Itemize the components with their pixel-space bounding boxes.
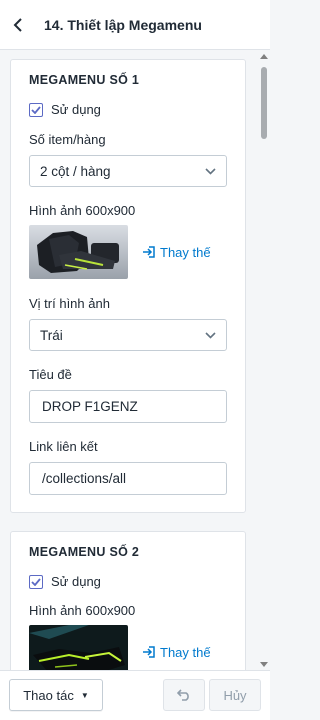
- use-checkbox-label: Sử dụng: [51, 102, 101, 117]
- scroll-up-arrow-icon[interactable]: [260, 53, 268, 61]
- cancel-button[interactable]: Hủy: [209, 679, 261, 711]
- heading-label: Tiêu đề: [29, 367, 72, 382]
- use-checkbox-label: Sử dụng: [51, 574, 101, 589]
- chevron-left-icon: [13, 17, 22, 32]
- replace-label: Thay thế: [160, 644, 211, 660]
- image-thumbnail[interactable]: [29, 625, 128, 670]
- replace-icon: [143, 246, 155, 258]
- use-checkbox-row[interactable]: Sử dụng: [29, 574, 227, 589]
- megamenu-card-2: MEGAMENU SỐ 2 Sử dụng Hình ảnh 600x900 T…: [10, 531, 246, 670]
- back-button[interactable]: [0, 0, 36, 50]
- replace-icon: [143, 646, 155, 658]
- link-input[interactable]: /collections/all: [29, 462, 227, 495]
- items-per-row-select[interactable]: 2 cột / hàng: [29, 155, 227, 187]
- use-checkbox[interactable]: [29, 574, 43, 589]
- image-picker: Thay thế: [29, 225, 227, 279]
- heading-input[interactable]: DROP F1GENZ: [29, 390, 227, 423]
- image-label: Hình ảnh 600x900: [29, 203, 136, 218]
- check-icon: [31, 577, 41, 586]
- undo-button[interactable]: [163, 679, 205, 711]
- replace-label: Thay thế: [160, 244, 211, 260]
- image-label: Hình ảnh 600x900: [29, 603, 136, 618]
- link-label: Link liên kết: [29, 439, 98, 454]
- image-position-value: Trái: [40, 327, 63, 343]
- actions-label: Thao tác: [23, 687, 74, 703]
- check-icon: [31, 105, 41, 114]
- undo-icon: [177, 689, 189, 701]
- use-checkbox-row[interactable]: Sử dụng: [29, 102, 227, 117]
- settings-scroll-area[interactable]: MEGAMENU SỐ 1 Sử dụng Số item/hàng 2 cột…: [0, 51, 258, 670]
- items-per-row-value: 2 cột / hàng: [40, 163, 111, 179]
- panel-footer: Thao tác ▼ Hủy: [0, 670, 270, 720]
- panel-header: 14. Thiết lập Megamenu: [0, 0, 270, 50]
- vertical-scrollbar[interactable]: [258, 51, 270, 670]
- image-position-select[interactable]: Trái: [29, 319, 227, 351]
- megamenu-card-1: MEGAMENU SỐ 1 Sử dụng Số item/hàng 2 cột…: [10, 59, 246, 513]
- replace-image-link[interactable]: Thay thế: [142, 245, 211, 260]
- card-title: MEGAMENU SỐ 2: [29, 545, 140, 559]
- image-position-label: Vị trí hình ảnh: [29, 296, 110, 311]
- actions-dropdown-button[interactable]: Thao tác ▼: [9, 679, 103, 711]
- use-checkbox[interactable]: [29, 102, 43, 117]
- chevron-down-icon: [205, 331, 216, 339]
- image-picker: Thay thế: [29, 625, 227, 670]
- chevron-down-icon: [205, 167, 216, 175]
- page-title: 14. Thiết lập Megamenu: [44, 16, 202, 33]
- image-thumbnail[interactable]: [29, 225, 128, 279]
- caret-down-icon: ▼: [80, 690, 89, 700]
- card-title: MEGAMENU SỐ 1: [29, 73, 140, 87]
- scrollbar-thumb[interactable]: [261, 67, 267, 139]
- replace-image-link[interactable]: Thay thế: [142, 645, 211, 660]
- scroll-down-arrow-icon[interactable]: [260, 660, 268, 668]
- items-per-row-label: Số item/hàng: [29, 132, 106, 147]
